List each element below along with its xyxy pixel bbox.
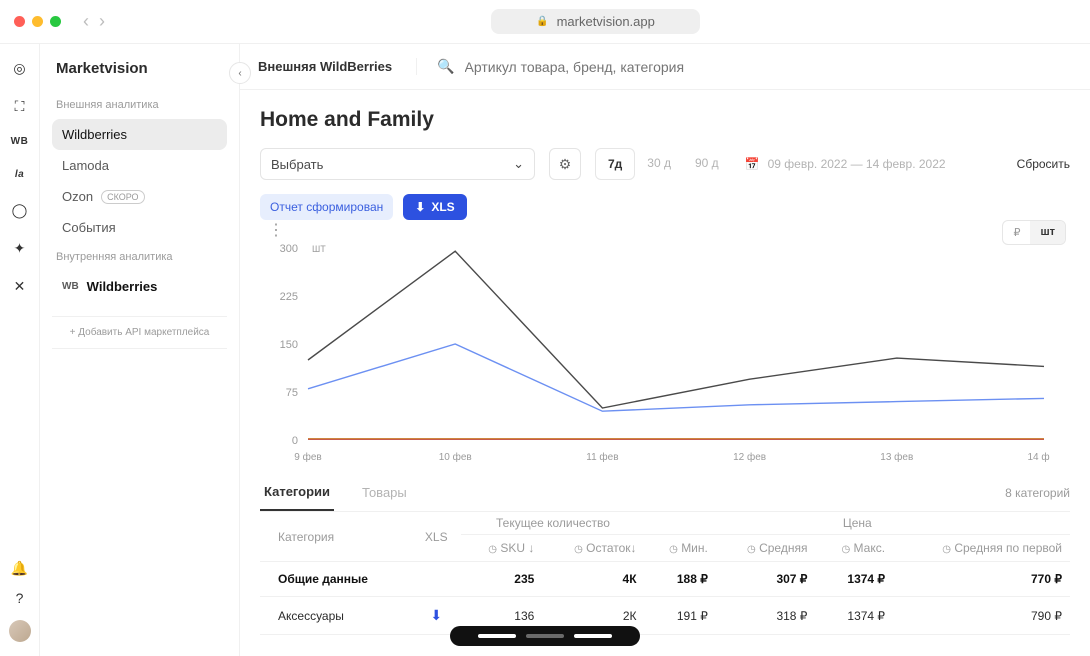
- table-row[interactable]: Общие данные2354К188 ₽307 ₽1374 ₽770 ₽: [260, 562, 1070, 597]
- rail-lamoda[interactable]: la: [15, 169, 24, 180]
- category-count: 8 категорий: [1005, 486, 1070, 500]
- rail-wb[interactable]: WB: [11, 136, 29, 147]
- sidebar-section-internal: Внутренняя аналитика: [56, 251, 223, 263]
- sidebar-section-external: Внешняя аналитика: [56, 99, 223, 111]
- range-90d[interactable]: 90 д: [683, 148, 731, 180]
- collapse-icon[interactable]: ✕: [12, 278, 28, 294]
- data-table: Категория XLS Текущее количество Цена ◷ …: [260, 512, 1070, 635]
- th-avg-first[interactable]: ◷ Средняя по первой: [893, 535, 1070, 562]
- avatar[interactable]: [9, 620, 31, 642]
- svg-text:225: 225: [280, 291, 298, 303]
- topbar: Внешняя WildBerries 🔍: [240, 44, 1090, 90]
- close-window-button[interactable]: [14, 16, 25, 27]
- ozon-circle-icon[interactable]: ◯: [12, 202, 28, 218]
- sidebar: Marketvision ‹ Внешняя аналитика Wildber…: [40, 44, 240, 656]
- th-stock[interactable]: ◷ Остаток↓: [542, 535, 644, 562]
- breadcrumb: Внешняя WildBerries: [258, 59, 392, 74]
- th-group-price: Цена: [645, 512, 1070, 535]
- browser-bar: ‹ › 🔒 marketvision.app: [0, 0, 1090, 44]
- svg-text:13 фев: 13 фев: [880, 451, 913, 463]
- unit-rub[interactable]: ₽: [1003, 221, 1030, 244]
- svg-text:10 фев: 10 фев: [439, 451, 472, 463]
- brand-title: Marketvision: [52, 60, 227, 77]
- svg-text:ШТ: ШТ: [312, 244, 326, 254]
- unit-pcs[interactable]: шт: [1030, 221, 1065, 244]
- svg-text:12 фев: 12 фев: [733, 451, 766, 463]
- svg-text:14 фев: 14 фев: [1027, 451, 1050, 463]
- date-range-buttons: 7д 30 д 90 д: [595, 148, 731, 180]
- sidebar-item-events[interactable]: События: [52, 212, 227, 243]
- th-avg[interactable]: ◷ Средняя: [716, 535, 816, 562]
- filter-icon[interactable]: ⚙: [549, 148, 581, 180]
- report-status-badge: Отчет сформирован: [260, 194, 393, 220]
- th-min[interactable]: ◷ Мин.: [645, 535, 716, 562]
- svg-text:0: 0: [292, 435, 298, 447]
- th-group-qty: Текущее количество: [461, 512, 644, 535]
- table-row[interactable]: Аксессуары⬇1362К191 ₽318 ₽1374 ₽790 ₽: [260, 597, 1070, 635]
- select-dropdown[interactable]: Выбрать ⌄: [260, 148, 535, 180]
- svg-text:11 фев: 11 фев: [586, 451, 618, 463]
- back-icon[interactable]: ‹: [83, 11, 89, 32]
- range-30d[interactable]: 30 д: [635, 148, 683, 180]
- target-icon[interactable]: ◎: [12, 60, 28, 76]
- expand-icon[interactable]: ⛶: [12, 98, 28, 114]
- minimize-window-button[interactable]: [32, 16, 43, 27]
- th-xls: XLS: [411, 512, 461, 562]
- xls-download-button[interactable]: ⬇ XLS: [403, 194, 466, 220]
- home-indicator: [450, 626, 640, 646]
- calendar-icon: 📅: [745, 157, 760, 171]
- sidebar-item-lamoda[interactable]: Lamoda: [52, 150, 227, 181]
- tab-products[interactable]: Товары: [358, 475, 411, 510]
- page-title: Home and Family: [260, 108, 1070, 132]
- svg-text:300: 300: [280, 243, 298, 255]
- th-category[interactable]: Категория: [260, 512, 411, 562]
- chart-menu-icon[interactable]: ⋮: [268, 220, 284, 240]
- range-7d[interactable]: 7д: [595, 148, 635, 180]
- download-icon: ⬇: [415, 200, 425, 214]
- nav-rail: ◎ ⛶ WB la ◯ ✦ ✕ 🔔 ?: [0, 44, 40, 656]
- download-icon[interactable]: ⬇: [430, 607, 442, 623]
- forward-icon[interactable]: ›: [99, 11, 105, 32]
- sidebar-item-wildberries[interactable]: Wildberries: [52, 119, 227, 150]
- svg-text:75: 75: [286, 387, 298, 399]
- svg-text:9 фев: 9 фев: [294, 451, 321, 463]
- chart-container: ⋮ ₽ шт 075150225300ШТ9 фев10 фев11 фев12…: [260, 238, 1070, 468]
- reset-button[interactable]: Сбросить: [1017, 157, 1070, 171]
- lock-icon: 🔒: [536, 16, 548, 27]
- window-controls: [14, 16, 61, 27]
- th-max[interactable]: ◷ Макс.: [815, 535, 893, 562]
- search-input[interactable]: [465, 59, 765, 75]
- bell-icon[interactable]: 🔔: [12, 560, 28, 576]
- help-icon[interactable]: ?: [12, 590, 28, 606]
- unit-toggle: ₽ шт: [1002, 220, 1066, 245]
- date-range-picker[interactable]: 📅 09 февр. 2022 — 14 февр. 2022: [745, 157, 946, 171]
- url-bar[interactable]: 🔒 marketvision.app: [491, 9, 700, 34]
- url-text: marketvision.app: [557, 14, 655, 29]
- tab-categories[interactable]: Категории: [260, 474, 334, 511]
- search-icon: 🔍: [437, 58, 454, 75]
- maximize-window-button[interactable]: [50, 16, 61, 27]
- chevron-down-icon: ⌄: [513, 156, 524, 172]
- add-api-button[interactable]: + Добавить API маркетплейса: [52, 316, 227, 349]
- line-chart: 0 75 150 225 300 ШТ 9 фев 10 фев 11 фев 12 фев 13 …: [260, 238, 1050, 468]
- sidebar-item-ozon[interactable]: OzonСКОРО: [52, 181, 227, 212]
- sidebar-collapse-button[interactable]: ‹: [229, 62, 251, 84]
- svg-text:150: 150: [280, 339, 298, 351]
- th-sku[interactable]: ◷ SKU ↓: [461, 535, 542, 562]
- crosshair-icon[interactable]: ✦: [12, 240, 28, 256]
- sidebar-item-internal-wb[interactable]: WBWildberries: [52, 271, 227, 302]
